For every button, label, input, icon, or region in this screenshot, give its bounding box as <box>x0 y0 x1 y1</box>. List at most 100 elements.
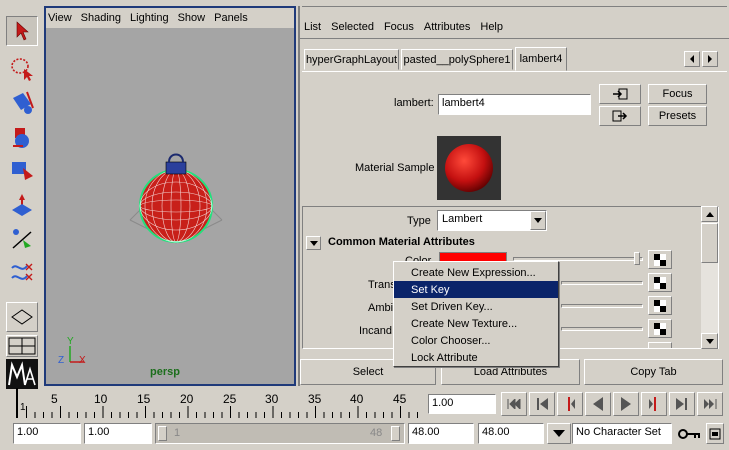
menu-item-label: Lock Attribute <box>411 351 478 364</box>
menu-selected[interactable]: Selected <box>331 21 374 33</box>
go-to-end-button[interactable] <box>697 392 723 416</box>
move-tool-icon[interactable] <box>6 122 38 152</box>
step-forward-key-button[interactable] <box>669 392 695 416</box>
playback-start-field[interactable]: 1.00 <box>84 423 152 444</box>
select-button-label: Select <box>352 366 384 378</box>
scroll-down-button[interactable] <box>701 333 718 349</box>
menu-show[interactable]: Show <box>178 12 206 24</box>
menu-lighting[interactable]: Lighting <box>130 12 169 24</box>
go-to-start-button[interactable] <box>501 392 527 416</box>
paint-tool-icon[interactable] <box>6 88 38 118</box>
play-forwards-button[interactable] <box>613 392 639 416</box>
axis-y-label: Y <box>67 336 74 347</box>
map-button-transparency[interactable] <box>648 273 672 292</box>
current-frame-value: 1.00 <box>432 397 454 409</box>
time-slider[interactable]: 5 10 15 20 25 30 35 40 45 <box>18 388 423 418</box>
menu-item-color-chooser[interactable]: Color Chooser... <box>394 332 558 349</box>
lasso-tool-icon[interactable] <box>6 54 38 84</box>
node-name-value: lambert4 <box>442 97 485 109</box>
current-frame-field[interactable]: 1.00 <box>428 394 496 414</box>
split-tool-icon[interactable] <box>6 258 38 288</box>
go-to-start-icon <box>507 399 521 409</box>
map-button-incandescence[interactable] <box>648 319 672 338</box>
step-back-frame-button[interactable] <box>557 392 583 416</box>
focus-button[interactable]: Focus <box>648 84 707 104</box>
menu-view[interactable]: View <box>48 12 72 24</box>
select-tool-icon[interactable] <box>6 16 38 46</box>
menu-panels[interactable]: Panels <box>214 12 248 24</box>
scrollbar-thumb[interactable] <box>701 223 718 263</box>
step-forward-frame-button[interactable] <box>641 392 667 416</box>
collapse-section-button[interactable] <box>306 236 321 250</box>
tab-hypergraphlayout[interactable]: hyperGraphLayout <box>304 49 399 70</box>
playback-end-field[interactable]: 48.00 <box>408 423 474 444</box>
menu-shading[interactable]: Shading <box>81 12 121 24</box>
node-name-field[interactable]: lambert4 <box>438 94 591 115</box>
load-attributes-button-label: Load Attributes <box>473 366 548 378</box>
animation-preferences-button[interactable] <box>706 423 724 444</box>
axis-x-label: X <box>79 355 86 366</box>
menu-item-label: Color Chooser... <box>411 334 491 347</box>
tab-label: pasted__polySphere1 <box>403 53 511 66</box>
range-start-handle[interactable] <box>158 426 167 441</box>
attribute-scrollbar[interactable] <box>701 206 718 349</box>
menu-focus[interactable]: Focus <box>384 21 414 33</box>
tab-lambert4[interactable]: lambert4 <box>515 47 567 71</box>
menu-item-set-driven-key[interactable]: Set Driven Key... <box>394 298 558 315</box>
output-connection-button[interactable] <box>599 106 641 126</box>
layout-single-icon[interactable] <box>6 302 38 332</box>
dropdown-arrow-button[interactable] <box>530 211 546 230</box>
tab-label: lambert4 <box>519 53 563 65</box>
panel-divider[interactable] <box>298 6 300 386</box>
copy-tab-button[interactable]: Copy Tab <box>584 359 723 385</box>
play-forwards-icon <box>621 397 631 411</box>
menu-item-set-key[interactable]: Set Key <box>394 281 558 298</box>
incandescence-slider-track[interactable] <box>561 327 643 331</box>
tab-pasted-polysphere1[interactable]: pasted__polySphere1 <box>401 49 513 70</box>
menu-list[interactable]: List <box>304 21 321 33</box>
ornament-sphere-icon[interactable] <box>126 148 226 248</box>
menu-item-create-new-texture[interactable]: Create New Texture... <box>394 315 558 332</box>
map-button-color[interactable] <box>648 250 672 269</box>
perspective-viewport[interactable]: View Shading Lighting Show Panels Y Z X … <box>44 6 296 386</box>
toolbox <box>0 6 44 390</box>
map-button-next[interactable] <box>648 342 672 348</box>
timeline-tick-15: 15 <box>137 392 151 406</box>
timeline-tick-marks <box>26 406 418 418</box>
play-backwards-button[interactable] <box>585 392 611 416</box>
menu-item-create-new-expression[interactable]: Create New Expression... <box>394 264 558 281</box>
tab-scroll-right-button[interactable] <box>702 51 718 67</box>
input-connection-button[interactable] <box>599 84 641 104</box>
tab-bar-underline <box>302 71 727 72</box>
ambient-slider-track[interactable] <box>561 304 643 308</box>
menu-attributes[interactable]: Attributes <box>424 21 470 33</box>
step-back-key-button[interactable] <box>529 392 555 416</box>
scale-tool-icon[interactable] <box>6 190 38 220</box>
character-set-value: No Character Set <box>576 426 661 438</box>
incandescence-label: Incand <box>359 325 393 337</box>
layout-four-icon[interactable] <box>6 335 38 357</box>
start-time-field[interactable]: 1.00 <box>13 423 81 444</box>
character-set-field[interactable]: No Character Set <box>572 423 672 444</box>
character-set-dropdown-button[interactable] <box>547 423 571 444</box>
rotate-tool-icon[interactable] <box>6 156 38 186</box>
range-slider[interactable]: 1 48 <box>155 423 405 444</box>
map-button-ambient[interactable] <box>648 296 672 315</box>
manipulator-tool-icon[interactable] <box>6 224 38 254</box>
end-time-field[interactable]: 48.00 <box>478 423 544 444</box>
type-dropdown[interactable]: Lambert <box>437 210 547 231</box>
range-end-handle[interactable] <box>391 426 400 441</box>
maya-logo-icon <box>6 359 38 389</box>
menu-help[interactable]: Help <box>480 21 503 33</box>
menu-item-lock-attribute[interactable]: Lock Attribute <box>394 349 558 366</box>
auto-key-button[interactable] <box>676 423 704 444</box>
end-time-value: 48.00 <box>482 426 510 438</box>
input-arrow-icon <box>613 88 628 100</box>
arrow-right-icon <box>708 55 712 63</box>
tab-scroll-left-button[interactable] <box>684 51 700 67</box>
scroll-up-button[interactable] <box>701 206 718 222</box>
transparency-slider-track[interactable] <box>561 281 643 285</box>
presets-button[interactable]: Presets <box>648 106 707 126</box>
focus-button-label: Focus <box>662 88 693 100</box>
color-slider-handle[interactable] <box>634 252 640 265</box>
